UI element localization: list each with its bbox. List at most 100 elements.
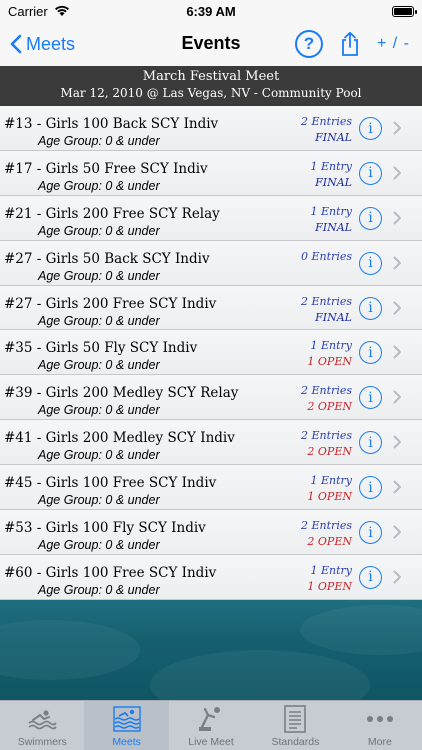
event-status: 1 OPEN (307, 579, 352, 593)
event-entries: 2 Entries (301, 115, 352, 128)
event-entries: 1 Entry (310, 339, 352, 353)
tab-live-meet[interactable]: Live Meet (169, 701, 253, 750)
info-icon[interactable]: i (359, 296, 382, 320)
add-remove-button[interactable]: + / - (377, 35, 410, 53)
info-icon[interactable]: i (359, 386, 382, 410)
event-entries: 2 Entries (301, 294, 352, 308)
meet-header: March Festival Meet Mar 12, 2010 @ Las V… (0, 66, 422, 106)
info-icon[interactable]: i (359, 251, 382, 275)
event-row[interactable]: #60 - Girls 100 Free SCY Indiv Age Group… (0, 554, 422, 600)
event-age-group: Age Group: 0 & under (38, 134, 160, 148)
wifi-icon (54, 5, 69, 16)
chevron-right-icon (393, 570, 401, 584)
chevron-right-icon (393, 435, 401, 449)
chevron-right-icon (393, 121, 401, 135)
chevron-right-icon (393, 525, 401, 539)
chevron-right-icon (393, 301, 401, 315)
meets-icon (112, 705, 142, 733)
info-icon[interactable]: i (359, 206, 382, 230)
standards-icon (280, 705, 310, 733)
info-icon[interactable]: i (359, 565, 382, 589)
status-bar: Carrier 6:39 AM (0, 0, 422, 22)
info-icon[interactable]: i (359, 476, 382, 500)
tab-bar: Swimmers Meets Live Meet Standards More (0, 700, 422, 750)
event-list: #13 - Girls 100 Back SCY Indiv Age Group… (0, 106, 422, 600)
event-title: #17 - Girls 50 Free SCY Indiv (4, 160, 208, 177)
event-entries: 2 Entries (301, 519, 352, 533)
event-age-group: Age Group: 0 & under (38, 358, 160, 373)
event-title: #45 - Girls 100 Free SCY Indiv (4, 475, 217, 492)
event-status: FINAL (315, 220, 352, 234)
tab-label: Live Meet (188, 736, 234, 748)
event-row[interactable]: #17 - Girls 50 Free SCY Indiv Age Group:… (0, 150, 422, 196)
back-button[interactable]: Meets (10, 30, 75, 58)
info-icon[interactable]: i (359, 431, 382, 455)
back-label: Meets (26, 33, 76, 54)
status-left: Carrier (8, 4, 70, 19)
chevron-right-icon (393, 480, 401, 494)
chevron-right-icon (393, 256, 401, 270)
event-age-group: Age Group: 0 & under (38, 178, 160, 193)
swimmers-icon (27, 705, 57, 733)
chevron-right-icon (393, 390, 401, 404)
event-age-group: Age Group: 0 & under (38, 223, 160, 238)
info-icon[interactable]: i (359, 341, 382, 365)
event-status: FINAL (315, 175, 352, 189)
event-title: #27 - Girls 50 Back SCY Indiv (4, 250, 210, 267)
meet-details: Mar 12, 2010 @ Las Vegas, NV - Community… (60, 86, 362, 100)
event-row[interactable]: #45 - Girls 100 Free SCY Indiv Age Group… (0, 465, 422, 511)
event-status: 2 OPEN (307, 445, 352, 459)
help-button[interactable]: ? (294, 30, 323, 58)
event-entries: 1 Entry (310, 563, 352, 577)
event-entries: 2 Entries (301, 384, 352, 398)
event-age-group: Age Group: 0 & under (38, 313, 160, 328)
tab-standards[interactable]: Standards (253, 701, 337, 750)
event-title: #27 - Girls 200 Free SCY Indiv (4, 295, 217, 312)
chevron-right-icon (393, 345, 401, 359)
chevron-left-icon (10, 34, 22, 54)
event-status: 2 OPEN (307, 535, 352, 549)
pool-background (0, 600, 422, 700)
tab-label: Swimmers (17, 736, 67, 748)
event-title: #21 - Girls 200 Free SCY Relay (4, 205, 220, 222)
event-row[interactable]: #53 - Girls 100 Fly SCY Indiv Age Group:… (0, 510, 422, 555)
tab-label: Standards (271, 736, 320, 748)
event-status: 1 OPEN (307, 355, 352, 369)
event-entries: 1 Entry (310, 474, 352, 488)
nav-bar: Meets Events ? + / - (0, 22, 422, 66)
share-icon[interactable] (339, 31, 361, 57)
event-entries: 0 Entries (301, 249, 352, 263)
info-icon[interactable]: i (359, 117, 382, 140)
event-row[interactable]: #27 - Girls 50 Back SCY Indiv Age Group:… (0, 240, 422, 286)
event-age-group: Age Group: 0 & under (38, 493, 160, 508)
event-entries: 1 Entry (310, 204, 352, 218)
event-row[interactable]: #41 - Girls 200 Medley SCY Indiv Age Gro… (0, 420, 422, 466)
event-title: #53 - Girls 100 Fly SCY Indiv (4, 520, 206, 537)
event-row[interactable]: #13 - Girls 100 Back SCY Indiv Age Group… (0, 106, 422, 151)
event-title: #41 - Girls 200 Medley SCY Indiv (4, 430, 235, 447)
more-icon (365, 705, 395, 733)
info-icon[interactable]: i (359, 521, 382, 545)
event-row[interactable]: #21 - Girls 200 Free SCY Relay Age Group… (0, 195, 422, 241)
event-entries: 2 Entries (301, 429, 352, 443)
event-row[interactable]: #35 - Girls 50 Fly SCY Indiv Age Group: … (0, 330, 422, 376)
event-age-group: Age Group: 0 & under (38, 538, 160, 553)
event-title: #60 - Girls 100 Free SCY Indiv (4, 564, 217, 581)
carrier-label: Carrier (8, 3, 48, 19)
tab-meets[interactable]: Meets (84, 701, 169, 750)
tab-swimmers[interactable]: Swimmers (0, 701, 84, 750)
event-age-group: Age Group: 0 & under (38, 403, 160, 418)
event-status: FINAL (315, 131, 352, 144)
event-row[interactable]: #39 - Girls 200 Medley SCY Relay Age Gro… (0, 375, 422, 421)
tab-more[interactable]: More (338, 701, 422, 750)
nav-actions: ? + / - (294, 28, 410, 60)
event-status: FINAL (315, 310, 352, 324)
info-icon[interactable]: i (359, 161, 382, 185)
live-meet-icon (196, 705, 226, 733)
event-age-group: Age Group: 0 & under (38, 582, 160, 597)
event-row[interactable]: #27 - Girls 200 Free SCY Indiv Age Group… (0, 285, 422, 331)
event-title: #39 - Girls 200 Medley SCY Relay (4, 385, 239, 402)
battery-icon (392, 5, 417, 17)
event-status: 2 OPEN (307, 400, 352, 414)
event-entries: 1 Entry (310, 159, 352, 173)
